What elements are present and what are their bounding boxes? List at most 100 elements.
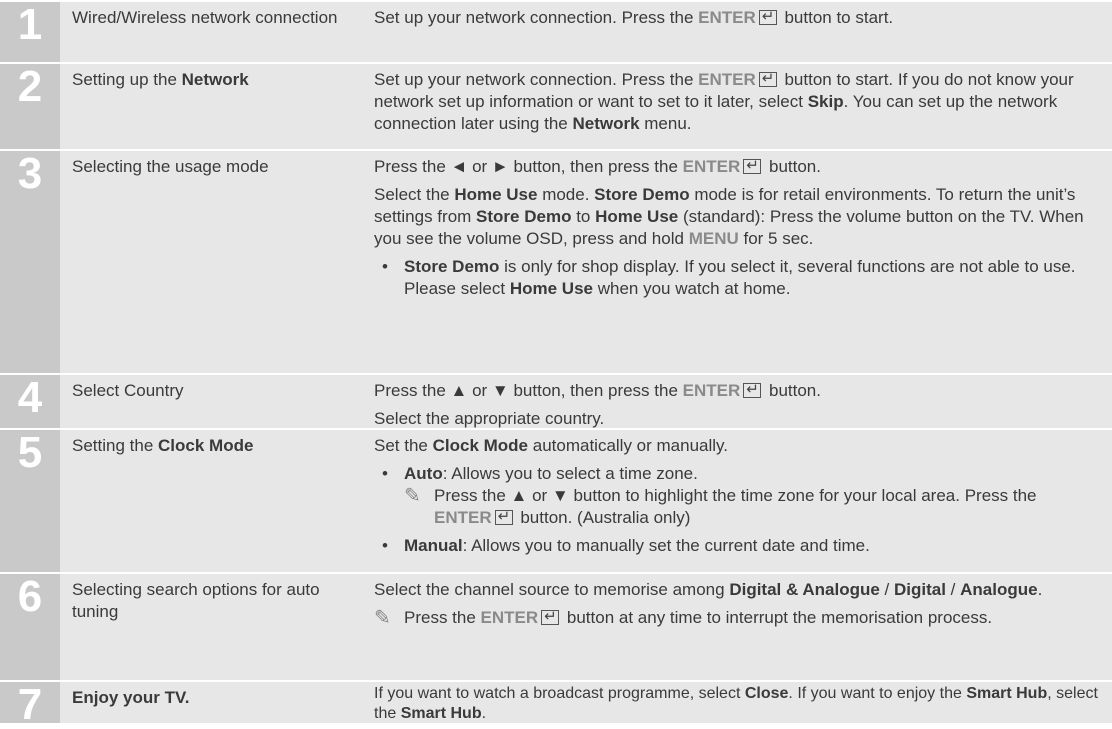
bold-text: Analogue — [960, 580, 1038, 599]
step-title: Selecting the usage mode — [60, 151, 368, 373]
text: button. (Australia only) — [515, 508, 691, 527]
bullet-item: • Manual: Allows you to manually set the … — [374, 535, 1098, 557]
step-number: 6 — [0, 574, 60, 680]
enter-label: ENTER — [434, 508, 492, 527]
text: Setting the — [72, 436, 159, 455]
text: . — [481, 705, 487, 722]
enter-label: ENTER — [682, 157, 741, 176]
step-number: 5 — [0, 430, 60, 572]
text: mode. — [537, 185, 595, 204]
enter-label: ENTER — [682, 381, 741, 400]
bold-text: Digital — [893, 580, 946, 599]
note-text: Press the ENTER button at any time to in… — [404, 606, 993, 629]
text: automatically or manually. — [528, 436, 729, 455]
enter-icon — [494, 506, 513, 528]
text: button to start. — [779, 8, 894, 27]
step-description: Set the Clock Mode automatically or manu… — [368, 430, 1112, 572]
bold-text: Clock Mode — [432, 436, 529, 455]
bold-text: Network — [181, 70, 249, 89]
text: Press the — [404, 608, 481, 627]
pencil-note-icon: ✎ — [374, 607, 391, 629]
step-number: 3 — [0, 151, 60, 373]
text: button at any time to interrupt the memo… — [562, 608, 993, 627]
bold-text: Home Use — [595, 207, 679, 226]
text: / — [945, 580, 961, 599]
enter-icon — [743, 379, 762, 401]
text: : Allows you to select a time zone. — [442, 464, 698, 483]
enter-icon — [541, 606, 560, 628]
note-item: ✎ Press the ▲ or ▼ button to highlight th… — [374, 485, 1098, 529]
bold-text: Manual — [404, 536, 463, 555]
text: button. — [764, 381, 821, 400]
bullet-item: • Store Demo is only for shop display. If… — [374, 256, 1098, 300]
bold-text: Smart Hub — [400, 705, 482, 722]
text: Select the — [374, 185, 455, 204]
step-description: Set up your network connection. Press th… — [368, 2, 1112, 62]
step-title: Wired/Wireless network connection — [60, 2, 368, 62]
step-paragraph: If you want to watch a broadcast program… — [374, 684, 1098, 724]
text: Setting up the — [72, 70, 182, 89]
pencil-note-icon: ✎ — [404, 485, 421, 507]
note-item: ✎ Press the ENTER button at any time to i… — [374, 606, 1098, 629]
bold-text: Home Use — [509, 279, 593, 298]
bold-text: Store Demo — [594, 185, 690, 204]
enter-label: ENTER — [698, 8, 756, 27]
bullet-item: • Auto: Allows you to select a time zone. — [374, 463, 1098, 485]
bold-text: Skip — [807, 92, 844, 111]
step-paragraph: Press the ▲ or ▼ button, then press the … — [374, 379, 1098, 402]
text: Press the ◄ or ► button, then press the — [374, 157, 683, 176]
text: . — [1037, 580, 1043, 599]
text: when you watch at home. — [592, 279, 791, 298]
bullet-text: Manual: Allows you to manually set the c… — [404, 535, 870, 557]
step-description: Set up your network connection. Press th… — [368, 64, 1112, 149]
step-row-2: 2 Setting up the Network Set up your net… — [0, 62, 1112, 149]
step-row-6: 6 Selecting search options for auto tuni… — [0, 572, 1112, 680]
text: to — [571, 207, 596, 226]
bold-text: Network — [572, 114, 640, 133]
step-description: Press the ▲ or ▼ button, then press the … — [368, 375, 1112, 428]
step-paragraph: Select the appropriate country. — [374, 409, 605, 428]
bold-text: Home Use — [454, 185, 538, 204]
step-title: Enjoy your TV. — [60, 682, 368, 723]
step-title: Selecting search options for auto tuning — [60, 574, 368, 680]
bold-text: Clock Mode — [158, 436, 254, 455]
step-description: Press the ◄ or ► button, then press the … — [368, 151, 1112, 373]
step-paragraph: Set up your network connection. Press th… — [374, 68, 1098, 135]
step-number: 4 — [0, 375, 60, 428]
step-title: Setting up the Network — [60, 64, 368, 149]
bold-text: Digital & Analogue — [729, 580, 880, 599]
text: menu. — [639, 114, 692, 133]
step-description: If you want to watch a broadcast program… — [368, 682, 1112, 723]
step-row-1: 1 Wired/Wireless network connection Set … — [0, 0, 1112, 62]
step-paragraph: Select the channel source to memorise am… — [374, 579, 1098, 601]
text: button. — [764, 157, 821, 176]
step-number: 2 — [0, 64, 60, 149]
setup-steps-table: 1 Wired/Wireless network connection Set … — [0, 0, 1112, 727]
step-row-3: 3 Selecting the usage mode Press the ◄ o… — [0, 149, 1112, 373]
step-number: 7 — [0, 682, 60, 727]
step-row-4: 4 Select Country Press the ▲ or ▼ button… — [0, 373, 1112, 428]
enter-label: ENTER — [698, 70, 756, 89]
enter-icon — [743, 155, 762, 177]
bold-text: Smart Hub — [966, 685, 1048, 702]
text: . If you want to enjoy the — [788, 685, 967, 702]
text: Set up your network connection. Press th… — [374, 8, 699, 27]
enter-label: ENTER — [480, 608, 539, 627]
bullet-icon: • — [382, 464, 388, 483]
text: for 5 sec. — [738, 229, 814, 248]
text: / — [879, 580, 894, 599]
step-number: 1 — [0, 2, 60, 62]
text: Set up your network connection. Press th… — [374, 70, 699, 89]
text: Press the ▲ or ▼ button to highlight the… — [434, 486, 1037, 505]
step-description: Select the channel source to memorise am… — [368, 574, 1112, 680]
text: : Allows you to manually set the current… — [462, 536, 870, 555]
step-paragraph: Press the ◄ or ► button, then press the … — [374, 155, 1098, 178]
step-paragraph: Select the Home Use mode. Store Demo mod… — [374, 184, 1098, 250]
bullet-text: Store Demo is only for shop display. If … — [404, 256, 1098, 300]
enter-icon — [758, 68, 777, 90]
step-paragraph: Set up your network connection. Press th… — [374, 6, 1098, 29]
step-paragraph: Set the Clock Mode automatically or manu… — [374, 435, 1098, 457]
note-text: Press the ▲ or ▼ button to highlight the… — [434, 485, 1098, 529]
text: Select the channel source to memorise am… — [374, 580, 730, 599]
bold-text: Close — [744, 685, 789, 702]
